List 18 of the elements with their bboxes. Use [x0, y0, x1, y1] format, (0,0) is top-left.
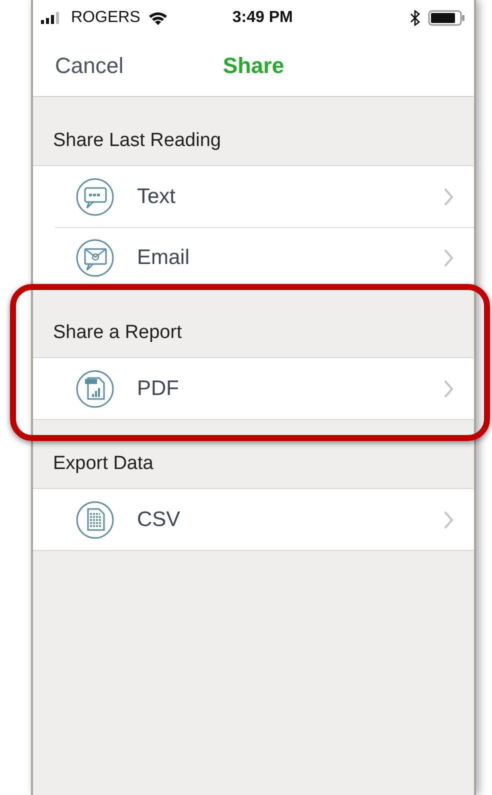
wifi-icon	[148, 10, 168, 24]
cancel-button[interactable]: Cancel	[55, 49, 124, 82]
bluetooth-icon	[410, 10, 420, 26]
report-icon	[75, 368, 115, 408]
section-header: Share a Report	[52, 320, 183, 344]
sms-icon	[75, 176, 115, 216]
chevron-icon	[444, 510, 454, 528]
chevron-icon	[444, 188, 454, 206]
email-icon	[75, 238, 115, 278]
chevron-icon	[444, 380, 454, 398]
chevron-icon	[444, 248, 454, 266]
carrier-name: ROGERS	[71, 8, 140, 28]
screen-title: Share	[222, 52, 284, 80]
battery-icon	[428, 10, 466, 26]
status-time: 3:49 PM	[232, 8, 293, 28]
section-header: Share Last Reading	[52, 128, 222, 152]
spreadsheet-icon	[75, 500, 115, 540]
section-header: Export Data	[52, 452, 154, 476]
